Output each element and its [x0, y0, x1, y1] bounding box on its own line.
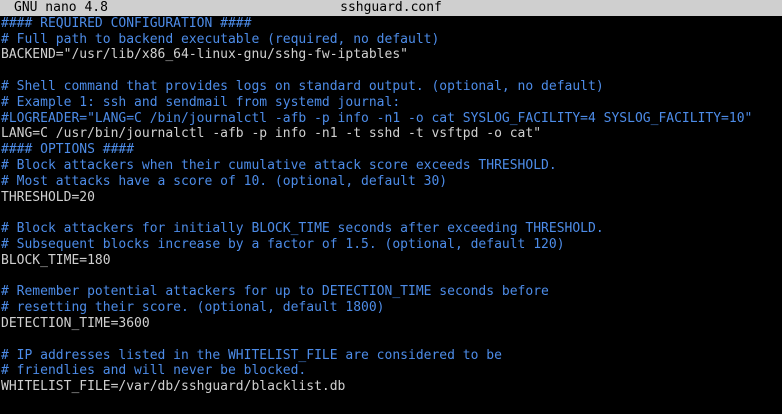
nano-titlebar: sshguard.conf GNU nano 4.8: [0, 0, 782, 16]
comment-line[interactable]: # friendlies and will never be blocked.: [1, 363, 782, 379]
config-line[interactable]: BLOCK_TIME=180: [1, 253, 782, 269]
config-line[interactable]: WHITELIST_FILE=/var/db/sshguard/blacklis…: [1, 379, 782, 395]
comment-line[interactable]: #### REQUIRED CONFIGURATION ####: [1, 16, 782, 32]
comment-line[interactable]: # Example 1: ssh and sendmail from syste…: [1, 95, 782, 111]
terminal-window[interactable]: sshguard.conf GNU nano 4.8 #### REQUIRED…: [0, 0, 782, 414]
comment-line[interactable]: # IP addresses listed in the WHITELIST_F…: [1, 348, 782, 364]
comment-line[interactable]: # Remember potential attackers for up to…: [1, 284, 782, 300]
config-line[interactable]: THRESHOLD=20: [1, 190, 782, 206]
comment-line[interactable]: # Shell command that provides logs on st…: [1, 79, 782, 95]
comment-line[interactable]: # Block attackers for initially BLOCK_TI…: [1, 221, 782, 237]
comment-line[interactable]: #### OPTIONS ####: [1, 142, 782, 158]
comment-line[interactable]: # Subsequent blocks increase by a factor…: [1, 237, 782, 253]
blank-line[interactable]: [1, 332, 782, 348]
file-name: sshguard.conf: [340, 0, 442, 15]
comment-line[interactable]: # resetting their score. (optional, defa…: [1, 300, 782, 316]
comment-line[interactable]: # Full path to backend executable (requi…: [1, 32, 782, 48]
app-name: GNU nano 4.8: [14, 0, 108, 15]
blank-line[interactable]: [1, 63, 782, 79]
comment-line[interactable]: # Most attacks have a score of 10. (opti…: [1, 174, 782, 190]
blank-line[interactable]: [1, 269, 782, 285]
config-line[interactable]: DETECTION_TIME=3600: [1, 316, 782, 332]
comment-line[interactable]: #LOGREADER="LANG=C /bin/journalctl -afb …: [1, 111, 782, 127]
comment-line[interactable]: # Block attackers when their cumulative …: [1, 158, 782, 174]
blank-line[interactable]: [1, 205, 782, 221]
config-line[interactable]: BACKEND="/usr/lib/x86_64-linux-gnu/sshg-…: [1, 47, 782, 63]
config-line[interactable]: LANG=C /usr/bin/journalctl -afb -p info …: [1, 126, 782, 142]
editor-text-area[interactable]: #### REQUIRED CONFIGURATION #### # Full p…: [1, 16, 782, 395]
